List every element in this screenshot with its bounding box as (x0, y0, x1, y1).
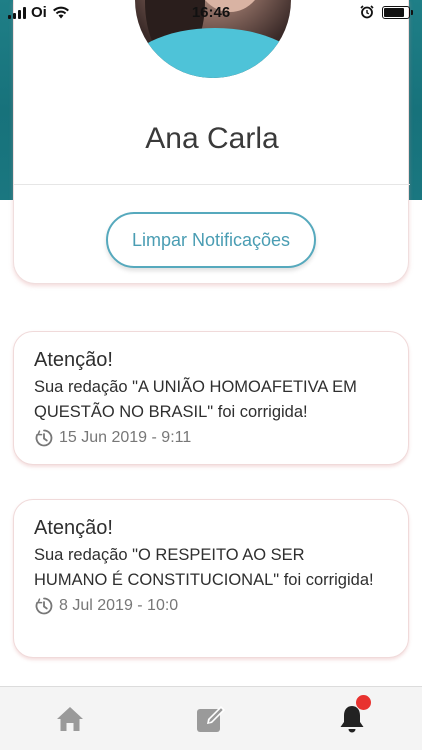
status-bar: Oi 16:46 (0, 0, 422, 26)
notification-date-row: 8 Jul 2019 - 10:0 (34, 593, 388, 619)
alarm-clock-icon (360, 5, 374, 19)
notification-date: 8 Jul 2019 - 10:0 (59, 597, 179, 614)
tab-write[interactable] (171, 687, 251, 750)
tab-home[interactable] (30, 687, 110, 750)
notification-message: Sua redação "A UNIÃO HOMOAFETIVA EM QUES… (34, 378, 357, 421)
status-right-group (360, 5, 413, 19)
profile-card: Ana Carla Limpar Notificações (13, 0, 410, 284)
notification-message: Sua redação "O RESPEITO AO SER HUMANO É … (34, 546, 374, 589)
notification-card[interactable]: Atenção! Sua redação "O RESPEITO AO SER … (13, 499, 409, 658)
notification-date-row: 15 Jun 2019 - 9:11 (34, 425, 388, 451)
tab-notifications[interactable] (312, 687, 392, 750)
notification-title: Atenção! (34, 517, 113, 539)
notification-badge (356, 695, 371, 710)
divider (14, 184, 410, 185)
clock-icon (35, 597, 53, 615)
profile-name: Ana Carla (145, 122, 279, 155)
battery-icon (382, 5, 413, 19)
clear-notifications-button[interactable]: Limpar Notificações (106, 212, 316, 268)
home-icon (57, 706, 83, 731)
notification-title: Atenção! (34, 349, 113, 371)
bottom-tab-bar (0, 686, 422, 750)
status-time: 16:46 (191, 4, 231, 21)
edit-icon (197, 705, 225, 732)
notification-date: 15 Jun 2019 - 9:11 (59, 429, 192, 446)
clock-icon (35, 429, 53, 447)
notification-card[interactable]: Atenção! Sua redação "A UNIÃO HOMOAFETIV… (13, 331, 409, 465)
